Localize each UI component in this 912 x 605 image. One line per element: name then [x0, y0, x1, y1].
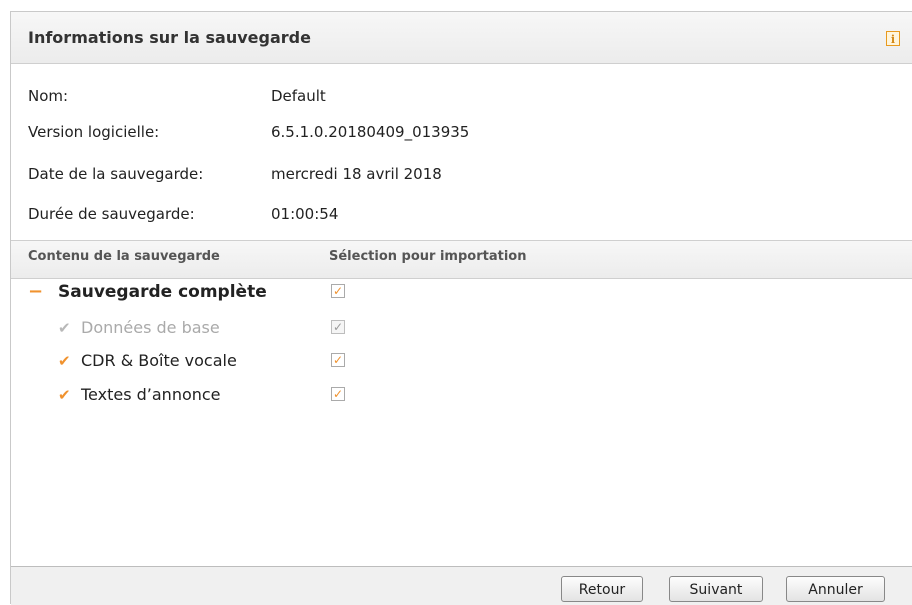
table-header: Contenu de la sauvegarde Sélection pour … [11, 240, 912, 279]
tree-row-cdr-voicemail[interactable]: ✔ CDR & Boîte vocale ✓ [11, 351, 912, 381]
check-icon: ✔ [58, 352, 71, 370]
check-icon: ✔ [58, 319, 71, 337]
tree-item-label: Données de base [81, 318, 220, 337]
tree-item-label: CDR & Boîte vocale [81, 351, 237, 370]
checkbox-announcements[interactable]: ✓ [331, 387, 345, 401]
dialog-title-bar: Informations sur la sauvegarde i [11, 12, 912, 64]
column-header-selection: Sélection pour importation [329, 249, 527, 264]
duree-value: 01:00:54 [271, 205, 339, 223]
checkbox-cdr-voicemail[interactable]: ✓ [331, 353, 345, 367]
back-button[interactable]: Retour [561, 576, 643, 602]
next-button[interactable]: Suivant [669, 576, 763, 602]
tree-row-announcements[interactable]: ✔ Textes d’annonce ✓ [11, 385, 912, 415]
date-value: mercredi 18 avril 2018 [271, 165, 442, 183]
date-label: Date de la sauvegarde: [28, 165, 204, 183]
dialog-title: Informations sur la sauvegarde [28, 28, 311, 47]
cancel-button[interactable]: Annuler [786, 576, 885, 602]
nom-value: Default [271, 87, 326, 105]
column-header-content: Contenu de la sauvegarde [28, 249, 220, 264]
version-label: Version logicielle: [28, 123, 160, 141]
checkbox-base-data: ✓ [331, 320, 345, 334]
dialog-footer: Retour Suivant Annuler [11, 566, 912, 605]
duree-label: Durée de sauvegarde: [28, 205, 195, 223]
tree-row-full-backup[interactable]: − Sauvegarde complète ✓ [11, 282, 912, 312]
backup-info-dialog: Informations sur la sauvegarde i Nom: De… [10, 11, 912, 605]
version-value: 6.5.1.0.20180409_013935 [271, 123, 470, 141]
check-icon: ✔ [58, 386, 71, 404]
nom-label: Nom: [28, 87, 69, 105]
collapse-icon[interactable]: − [28, 282, 43, 302]
checkbox-full-backup[interactable]: ✓ [331, 284, 345, 298]
info-icon[interactable]: i [886, 31, 900, 46]
tree-item-label: Textes d’annonce [81, 385, 221, 404]
tree-item-label: Sauvegarde complète [58, 282, 267, 302]
tree-row-base-data: ✔ Données de base ✓ [11, 318, 912, 348]
